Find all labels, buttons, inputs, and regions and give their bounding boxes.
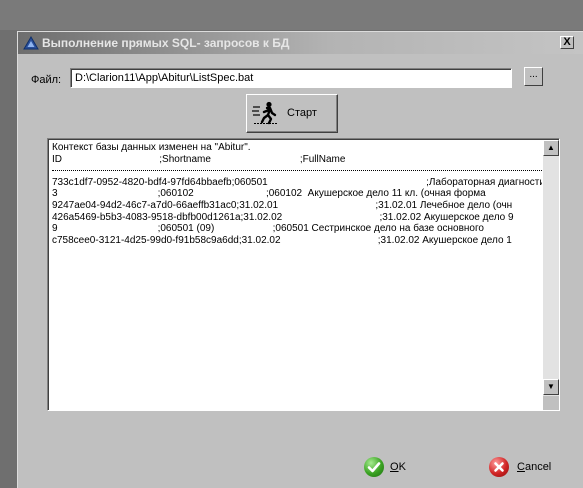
file-path-input[interactable]: D:\Clarion11\App\Abitur\ListSpec.bat: [70, 68, 512, 88]
scrollbar-corner: [543, 396, 559, 410]
output-line: 426a5469-b5b3-4083-9518-dbfb00d1261a;31.…: [52, 211, 514, 223]
output-line: 3 ;060102 ;060102 Акушерское дело 11 кл.…: [52, 188, 486, 200]
output-log: Контекст базы данных изменен на "Abitur"…: [52, 142, 542, 408]
output-line: 9247ae04-94d2-46c7-a7d0-66aeffb31ac0;31.…: [52, 199, 513, 211]
desktop-strip: [0, 0, 583, 30]
browse-button[interactable]: ...: [524, 67, 543, 86]
window-title: Выполнение прямых SQL- запросов к БД: [42, 36, 290, 50]
running-man-icon: [252, 101, 277, 125]
output-line: Контекст базы данных изменен на "Abitur"…: [52, 142, 251, 153]
sql-query-dialog: Выполнение прямых SQL- запросов к БД X Ф…: [17, 31, 583, 488]
scroll-up-button[interactable]: ▲: [543, 140, 559, 156]
arrow-down-icon: ▼: [547, 382, 555, 391]
ok-mnemonic: O: [390, 461, 399, 473]
output-line: c758cee0-3121-4d25-99d0-f91b58c9a6dd;31.…: [52, 234, 512, 246]
ok-button-label: OK: [390, 461, 406, 473]
output-line: 733c1df7-0952-4820-bdf4-97fd64bbaefb;060…: [52, 176, 542, 188]
checkmark-icon: [364, 457, 384, 477]
scroll-down-button[interactable]: ▼: [543, 379, 559, 395]
cancel-rest: ancel: [524, 461, 552, 473]
cancel-button-label: Cancel: [517, 461, 551, 473]
close-icon: X: [563, 36, 571, 48]
app-triangle-icon: [23, 36, 39, 50]
title-bar[interactable]: Выполнение прямых SQL- запросов к БД X: [18, 32, 583, 54]
output-line: ID ;Shortname ;FullName: [52, 153, 346, 165]
separator-line: [52, 165, 542, 177]
start-button-label: Старт: [287, 107, 317, 119]
file-label: Файл:: [31, 74, 62, 86]
cancel-mnemonic: C: [517, 461, 525, 473]
ok-rest: K: [398, 461, 406, 473]
output-textarea[interactable]: Контекст базы данных изменен на "Abitur"…: [47, 138, 560, 411]
arrow-up-icon: ▲: [547, 143, 555, 152]
cancel-x-icon: [489, 457, 509, 477]
cancel-button[interactable]: Cancel: [489, 455, 559, 481]
ok-button[interactable]: OK: [364, 455, 412, 481]
start-button[interactable]: Старт: [246, 94, 338, 133]
output-line: 9 ;060501 (09) ;060501 Сестринское дело …: [52, 223, 484, 235]
close-button[interactable]: X: [560, 36, 574, 49]
vertical-scrollbar[interactable]: ▲ ▼: [543, 140, 559, 410]
